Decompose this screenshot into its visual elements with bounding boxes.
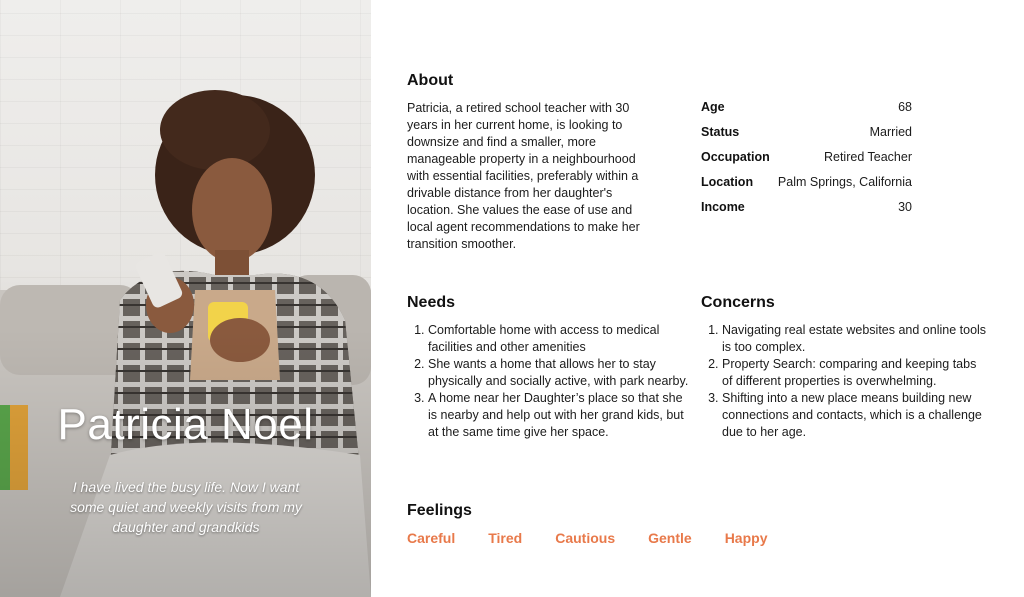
feeling-tag: Careful bbox=[407, 530, 456, 546]
fact-row-occupation: Occupation Retired Teacher bbox=[701, 144, 912, 169]
fact-value: Retired Teacher bbox=[823, 149, 912, 164]
about-text: Patricia, a retired school teacher with … bbox=[407, 101, 640, 251]
fact-value: Married bbox=[869, 124, 912, 139]
persona-photo: Patricia Noel I have lived the busy life… bbox=[0, 0, 371, 597]
fact-value: 68 bbox=[898, 99, 912, 114]
fact-label: Income bbox=[701, 199, 745, 214]
feeling-tag: Tired bbox=[488, 530, 523, 546]
fact-row-location: Location Palm Springs, California bbox=[701, 169, 912, 194]
concerns-list: Navigating real estate websites and onli… bbox=[701, 322, 987, 441]
concerns-heading: Concerns bbox=[701, 294, 775, 311]
needs-heading: Needs bbox=[407, 294, 456, 311]
list-item: Comfortable home with access to medical … bbox=[428, 322, 693, 356]
list-item: Property Search: comparing and keeping t… bbox=[722, 356, 987, 390]
feeling-tag: Happy bbox=[724, 530, 768, 546]
persona-name: Patricia Noel bbox=[57, 400, 314, 449]
fact-label: Location bbox=[701, 174, 754, 189]
feelings-list: Careful Tired Cautious Gentle Happy bbox=[407, 530, 800, 546]
fact-value: 30 bbox=[898, 199, 912, 214]
fact-row-income: Income 30 bbox=[701, 194, 912, 219]
feeling-tag: Gentle bbox=[648, 530, 692, 546]
fact-value: Palm Springs, California bbox=[777, 174, 912, 189]
list-item: Shifting into a new place means building… bbox=[722, 390, 987, 441]
fact-row-status: Status Married bbox=[701, 119, 912, 144]
persona-quote: I have lived the busy life. Now I want s… bbox=[70, 479, 302, 535]
feeling-tag: Cautious bbox=[555, 530, 616, 546]
persona-facts: Age 68 Status Married Occupation Retired… bbox=[701, 94, 912, 219]
fact-label: Status bbox=[701, 124, 740, 139]
feelings-heading: Feelings bbox=[407, 502, 472, 519]
list-item: Navigating real estate websites and onli… bbox=[722, 322, 987, 356]
about-heading: About bbox=[407, 72, 454, 89]
list-item: A home near her Daughter’s place so that… bbox=[428, 390, 693, 441]
list-item: She wants a home that allows her to stay… bbox=[428, 356, 693, 390]
fact-row-age: Age 68 bbox=[701, 94, 912, 119]
fact-label: Age bbox=[701, 99, 725, 114]
needs-list: Comfortable home with access to medical … bbox=[407, 322, 693, 441]
fact-label: Occupation bbox=[701, 149, 770, 164]
